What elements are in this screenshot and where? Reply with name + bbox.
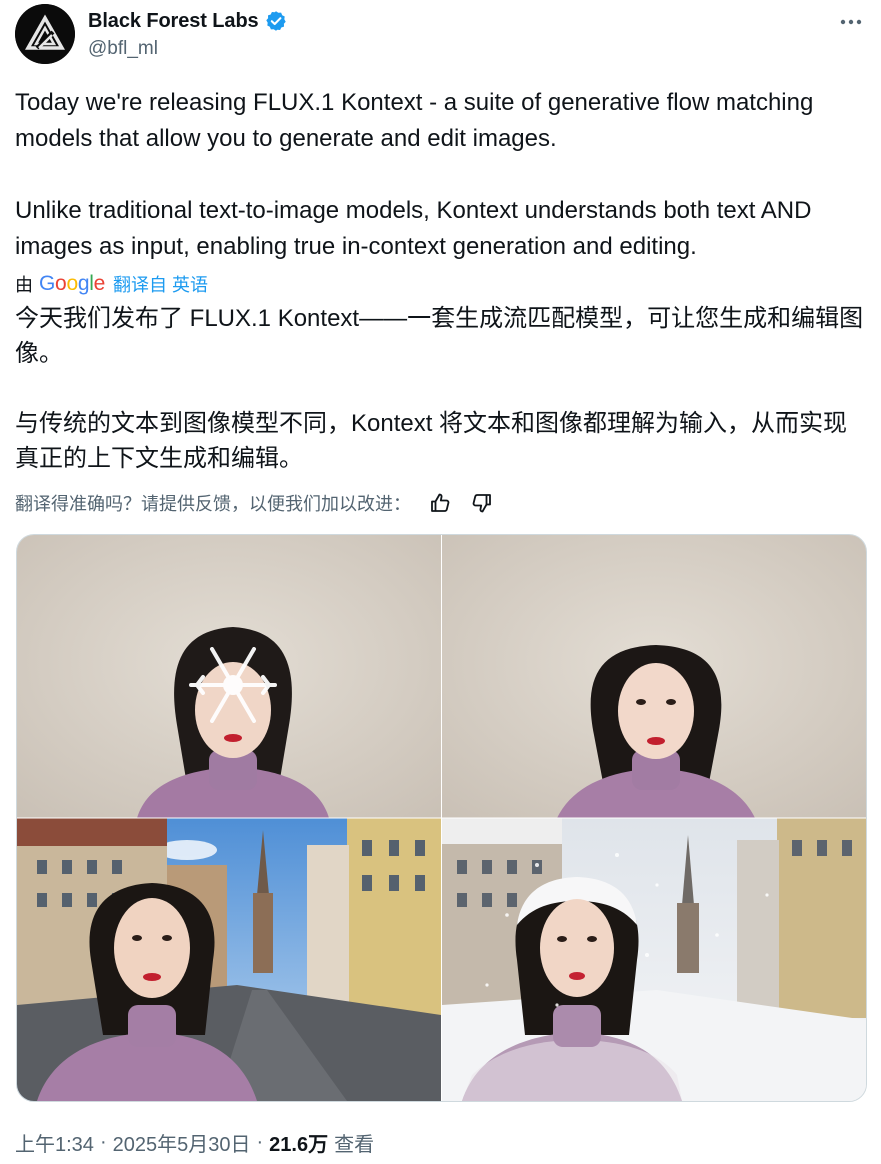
feedback-prompt: 翻译得准确吗？请提供反馈，以便我们加以改进： [15,494,411,514]
thumbs-up-button[interactable] [425,488,455,518]
meta-separator: · [256,1130,264,1153]
tweet-time[interactable]: 上午1:34 [15,1128,94,1157]
tweet-date[interactable]: 2025年5月30日 [113,1128,251,1157]
thumbs-up-icon [431,493,450,512]
thumbs-down-button[interactable] [467,488,497,518]
bfl-logo-icon [15,4,75,64]
more-options-button[interactable] [836,10,866,34]
views-label: 查看 [334,1133,375,1156]
views-count: 21.6万 [269,1133,329,1156]
translation-feedback: 翻译得准确吗？请提供反馈，以便我们加以改进： [15,486,497,520]
translated-by-label: 由 [15,275,33,295]
tweet-header: Black Forest Labs @bfl_ml [15,4,866,66]
meta-separator: · [99,1130,107,1153]
translated-text: 今天我们发布了 FLUX.1 Kontext——一套生成流匹配模型，可让您生成和… [15,305,864,472]
media-grid[interactable] [16,534,867,1102]
translated-by-row: 由 Google 翻译自 英语 [15,269,208,299]
tweet-text: Today we're releasing FLUX.1 Kontext - a… [15,89,814,260]
more-options-icon [840,19,862,25]
author-display-name[interactable]: Black Forest Labs [88,10,259,33]
translated-from-link[interactable]: 翻译自 英语 [113,271,208,297]
media-grid-svg [17,535,866,1101]
verified-badge-icon[interactable] [265,10,287,32]
plain-portrait-image[interactable] [442,535,866,818]
snowflake-portrait-image[interactable] [17,535,441,818]
google-logo: Google [39,272,105,295]
street-portrait-image[interactable] [17,818,441,1101]
snowy-street-portrait-image[interactable] [442,818,866,1101]
avatar[interactable] [15,4,75,64]
author-handle[interactable]: @bfl_ml [88,38,158,60]
thumbs-down-icon [472,494,491,513]
author-name-row: Black Forest Labs [88,8,287,34]
tweet-meta: 上午1:34 · 2025年5月30日 · 21.6万 查看 [15,1125,374,1159]
